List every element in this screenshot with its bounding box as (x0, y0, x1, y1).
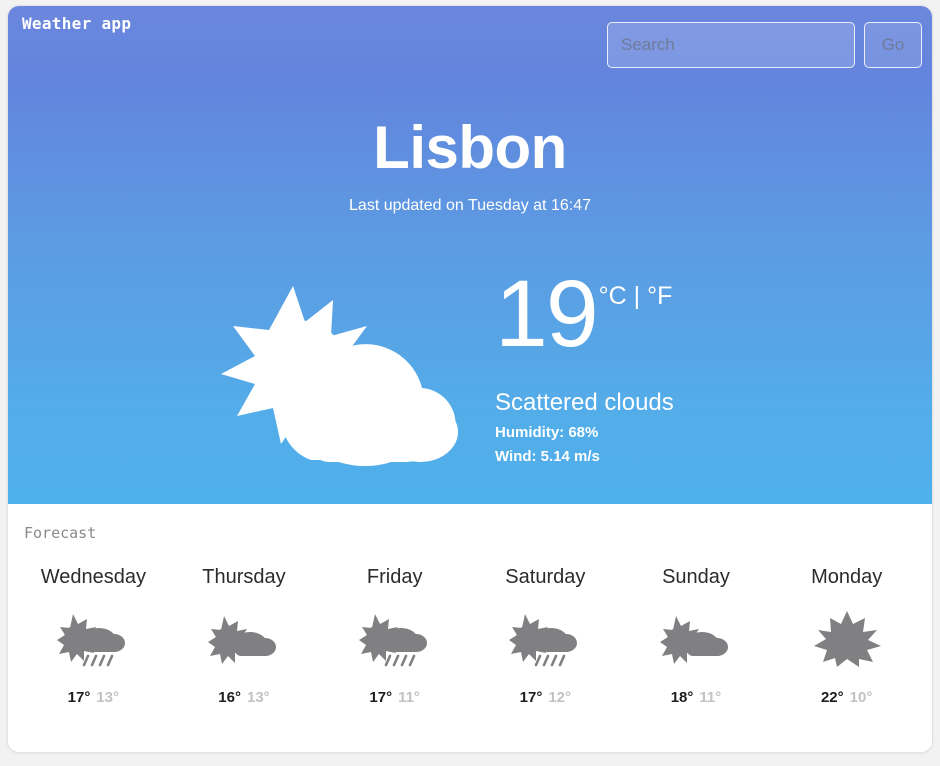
forecast-temp-max: 17° (67, 689, 91, 706)
condition-description: Scattered clouds (495, 388, 674, 416)
forecast-temp-min: 10° (849, 689, 873, 706)
sun-behind-cloud-icon (169, 611, 320, 667)
forecast-day-name: Monday (811, 566, 883, 588)
forecast-day[interactable]: Thursday 16° 13° (169, 566, 320, 706)
forecast-day-name: Friday (366, 566, 423, 588)
forecast-temp-min: 13° (96, 689, 120, 706)
current-conditions-row: 19 °C | °F Scattered clouds Humidity: 68… (8, 264, 932, 484)
weather-app-card: Weather app Go Lisbon Last updated on Tu… (7, 5, 933, 753)
forecast-day[interactable]: Sunday 18° 11° (621, 566, 772, 706)
temperature-line: 19 °C | °F (495, 261, 725, 367)
forecast-day-name: Sunday (662, 566, 730, 588)
forecast-temp-max: 17° (519, 689, 543, 706)
app-title: Weather app (22, 14, 132, 33)
forecast-day[interactable]: Wednesday 17° 13° (18, 566, 169, 706)
forecast-temp-min: 11° (699, 689, 722, 706)
search-input[interactable] (607, 22, 855, 68)
top-bar: Weather app Go (8, 6, 932, 84)
search-bar: Go (607, 22, 922, 68)
forecast-day[interactable]: Friday 17° 11° (319, 566, 470, 706)
sun-icon (771, 611, 922, 667)
city-name: Lisbon (373, 114, 567, 181)
temperature-unit-toggle[interactable]: °C | °F (597, 276, 673, 311)
forecast-day[interactable]: Monday 22° 10° (771, 566, 922, 706)
forecast-temp-max: 17° (369, 689, 393, 706)
humidity-value: Humidity: 68% (495, 423, 599, 441)
forecast-day-name: Saturday (505, 566, 586, 588)
forecast-grid: Wednesday 17° 13° Thursday 16° 13° Frida… (18, 566, 922, 706)
forecast-temp-min: 12° (548, 689, 572, 706)
forecast-day-temps: 17° 13° (18, 689, 169, 706)
forecast-day-temps: 17° 11° (319, 689, 470, 706)
forecast-day-temps: 16° 13° (169, 689, 320, 706)
forecast-day[interactable]: Saturday 17° 12° (470, 566, 621, 706)
sun-cloud-rain-icon (470, 611, 621, 667)
forecast-label: Forecast (24, 524, 97, 542)
forecast-temp-max: 22° (820, 689, 844, 706)
forecast-day-temps: 18° 11° (621, 689, 772, 706)
sun-cloud-rain-icon (18, 611, 169, 667)
forecast-temp-min: 11° (398, 689, 420, 706)
wind-value: Wind: 5.14 m/s (495, 447, 600, 465)
forecast-day-temps: 17° 12° (470, 689, 621, 706)
sun-behind-cloud-icon (215, 264, 465, 479)
forecast-day-temps: 22° 10° (771, 689, 922, 706)
forecast-temp-max: 18° (670, 689, 694, 706)
forecast-temp-max: 16° (218, 689, 241, 706)
forecast-temp-min: 13° (246, 689, 270, 706)
forecast-day-name: Wednesday (40, 566, 146, 588)
sun-cloud-rain-icon (319, 611, 470, 667)
current-readout: 19 °C | °F Scattered clouds Humidity: 68… (495, 264, 725, 465)
last-updated-text: Last updated on Tuesday at 16:47 (349, 197, 591, 214)
current-weather-panel: Weather app Go Lisbon Last updated on Tu… (8, 6, 932, 504)
forecast-day-name: Thursday (202, 566, 286, 588)
temperature-value: 19 (495, 261, 599, 367)
go-button[interactable]: Go (864, 22, 922, 68)
forecast-panel: Forecast Wednesday 17° 13° Thursday 16° … (8, 504, 932, 752)
sun-behind-cloud-icon (621, 611, 772, 667)
